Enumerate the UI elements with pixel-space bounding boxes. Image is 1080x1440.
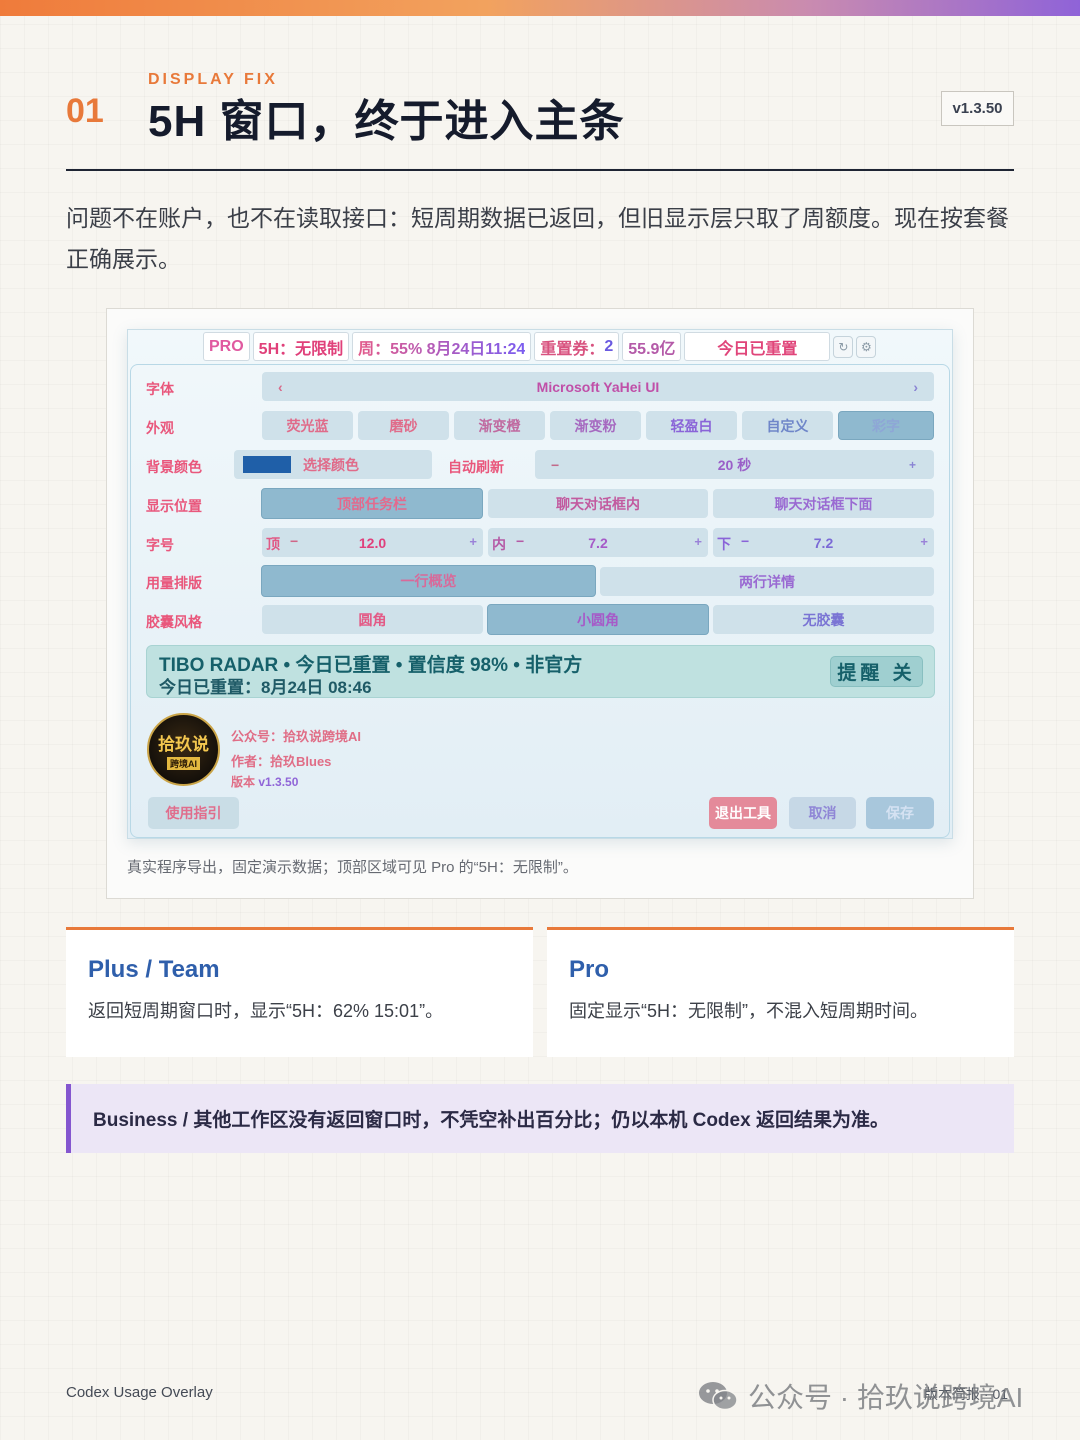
- capsule-label: 胶囊风格: [146, 614, 202, 630]
- top-fontsize-stepper[interactable]: 顶 − 12.0 +: [262, 528, 483, 557]
- wechat-icon: [698, 1380, 738, 1412]
- title-divider: [66, 169, 1014, 171]
- remind-toggle-button[interactable]: 提醒 关: [830, 656, 923, 687]
- plan-card-plus-team: Plus / Team 返回短周期窗口时，显示“5H：62% 15:01”。: [66, 927, 533, 1057]
- card-title: Pro: [569, 956, 610, 983]
- watermark-text: 公众号 · 拾玖说跨境AI: [748, 1382, 1024, 1413]
- capsule-option-none[interactable]: 无胶囊: [713, 605, 934, 634]
- business-note: Business / 其他工作区没有返回窗口时，不凭空补出百分比；仍以本机 Co…: [66, 1084, 1014, 1153]
- layout-label: 用量排版: [146, 575, 202, 591]
- save-button[interactable]: 保存: [866, 797, 934, 829]
- lower-fontsize-stepper[interactable]: 下 − 7.2 +: [713, 528, 934, 557]
- radar-preview: TIBO RADAR • 今日已重置 • 置信度 98% • 非官方 今日已重置…: [146, 645, 935, 698]
- week-status-text: 周：55% 8月24日11:24: [358, 335, 525, 359]
- version-label: 版本: [231, 775, 256, 789]
- color-picker-button[interactable]: 选择颜色: [234, 450, 432, 479]
- author-info: 作者：拾玖Blues: [231, 754, 332, 769]
- position-option-taskbar[interactable]: 顶部任务栏: [261, 488, 483, 519]
- pick-color-label: 选择颜色: [303, 456, 359, 473]
- refresh-minus-button[interactable]: −: [551, 457, 559, 473]
- top-gradient-bar: [0, 0, 1080, 16]
- cancel-button[interactable]: 取消: [789, 797, 856, 829]
- appearance-option-gradient-pink[interactable]: 渐变粉: [550, 411, 641, 440]
- plan-badge: PRO: [203, 332, 250, 361]
- font-next-button[interactable]: ›: [913, 379, 918, 395]
- auto-refresh-label: 自动刷新: [448, 459, 504, 475]
- appearance-option-color-text[interactable]: 彩字: [838, 411, 934, 440]
- reset-status: 今日已重置: [684, 332, 831, 361]
- version-badge: v1.3.50: [941, 91, 1014, 126]
- usage-statusbar: PRO 5H：无限制 周：55% 8月24日11:24 重置券： 2 55.9亿…: [203, 331, 877, 362]
- logo-text: 拾玖说: [158, 734, 209, 755]
- version-info: 版本 v1.3.50: [231, 773, 298, 790]
- appearance-option-fluorescent-blue[interactable]: 荧光蓝: [262, 411, 353, 440]
- card-body: 固定显示“5H：无限制”，不混入短周期时间。: [569, 1001, 928, 1021]
- card-body: 返回短周期窗口时，显示“5H：62% 15:01”。: [88, 1001, 444, 1021]
- appearance-option-custom[interactable]: 自定义: [742, 411, 833, 440]
- plan-card-pro: Pro 固定显示“5H：无限制”，不混入短周期时间。: [547, 927, 1014, 1057]
- intro-paragraph: 问题不在账户，也不在读取接口：短周期数据已返回，但旧显示层只取了周额度。现在按套…: [66, 205, 1009, 272]
- screenshot-caption: 真实程序导出，固定演示数据；顶部区域可见 Pro 的“5H：无限制”。: [127, 859, 578, 876]
- color-swatch: [243, 456, 291, 473]
- inner-fontsize-value: 7.2: [588, 535, 608, 551]
- position-option-in-chat[interactable]: 聊天对话框内: [488, 489, 708, 518]
- position-label: 显示位置: [146, 498, 202, 514]
- top-fontsize-plus[interactable]: +: [469, 534, 477, 549]
- capsule-option-small-rounded[interactable]: 小圆角: [487, 604, 709, 635]
- lower-fontsize-value: 7.2: [813, 535, 834, 551]
- page-title: 5H 窗口，终于进入主条: [148, 97, 625, 146]
- coupon-label: 重置券：: [540, 340, 605, 358]
- font-selector[interactable]: ‹ Microsoft YaHei UI ›: [262, 372, 934, 401]
- lower-fontsize-plus[interactable]: +: [920, 534, 928, 549]
- wechat-watermark: 公众号 · 拾玖说跨境AI: [698, 1376, 1023, 1416]
- version-value: v1.3.50: [258, 775, 299, 789]
- refresh-interval-value: 20 秒: [717, 456, 752, 473]
- refresh-icon[interactable]: ↻: [833, 335, 854, 358]
- font-value: Microsoft YaHei UI: [536, 378, 660, 395]
- coupon-value: 2: [604, 337, 614, 355]
- author-logo: 拾玖说 跨境AI: [147, 713, 220, 786]
- appearance-label: 外观: [146, 420, 174, 436]
- inner-fontsize-stepper[interactable]: 内 − 7.2 +: [488, 528, 708, 557]
- appearance-option-light-white[interactable]: 轻盈白: [646, 411, 737, 440]
- layout-option-one-line[interactable]: 一行概览: [261, 565, 596, 597]
- refresh-plus-button[interactable]: +: [909, 458, 916, 472]
- appearance-option-frosted[interactable]: 磨砂: [358, 411, 449, 440]
- background-label: 背景颜色: [146, 459, 202, 475]
- position-option-below-chat[interactable]: 聊天对话框下面: [713, 489, 934, 518]
- guide-button[interactable]: 使用指引: [148, 797, 239, 829]
- inner-fontsize-plus[interactable]: +: [694, 534, 702, 549]
- exit-button[interactable]: 退出工具: [709, 797, 777, 829]
- font-label: 字体: [146, 381, 174, 397]
- logo-subtext: 跨境AI: [166, 756, 200, 770]
- five-hour-status: 5H：无限制: [252, 332, 350, 361]
- appearance-option-gradient-orange[interactable]: 渐变橙: [454, 411, 545, 440]
- section-number: 01: [66, 92, 104, 130]
- refresh-interval-stepper[interactable]: − 20 秒 +: [535, 450, 934, 479]
- section-kicker: DISPLAY FIX: [148, 71, 278, 88]
- total-tokens: 55.9亿: [622, 332, 682, 361]
- footer-product-name: Codex Usage Overlay: [66, 1384, 213, 1401]
- fontsize-label: 字号: [146, 537, 174, 553]
- capsule-option-rounded[interactable]: 圆角: [262, 605, 483, 634]
- gear-icon[interactable]: ⚙: [856, 335, 877, 358]
- radar-reset-time: 今日已重置：8月24日 08:46: [159, 678, 372, 697]
- week-status: 周：55% 8月24日11:24: [352, 332, 532, 361]
- coupon-status: 重置券： 2: [534, 332, 620, 361]
- layout-option-two-lines[interactable]: 两行详情: [600, 567, 934, 596]
- top-fontsize-value: 12.0: [358, 535, 387, 551]
- font-prev-button[interactable]: ‹: [278, 379, 283, 395]
- account-info: 公众号：拾玖说跨境AI: [231, 729, 362, 744]
- card-title: Plus / Team: [88, 956, 220, 983]
